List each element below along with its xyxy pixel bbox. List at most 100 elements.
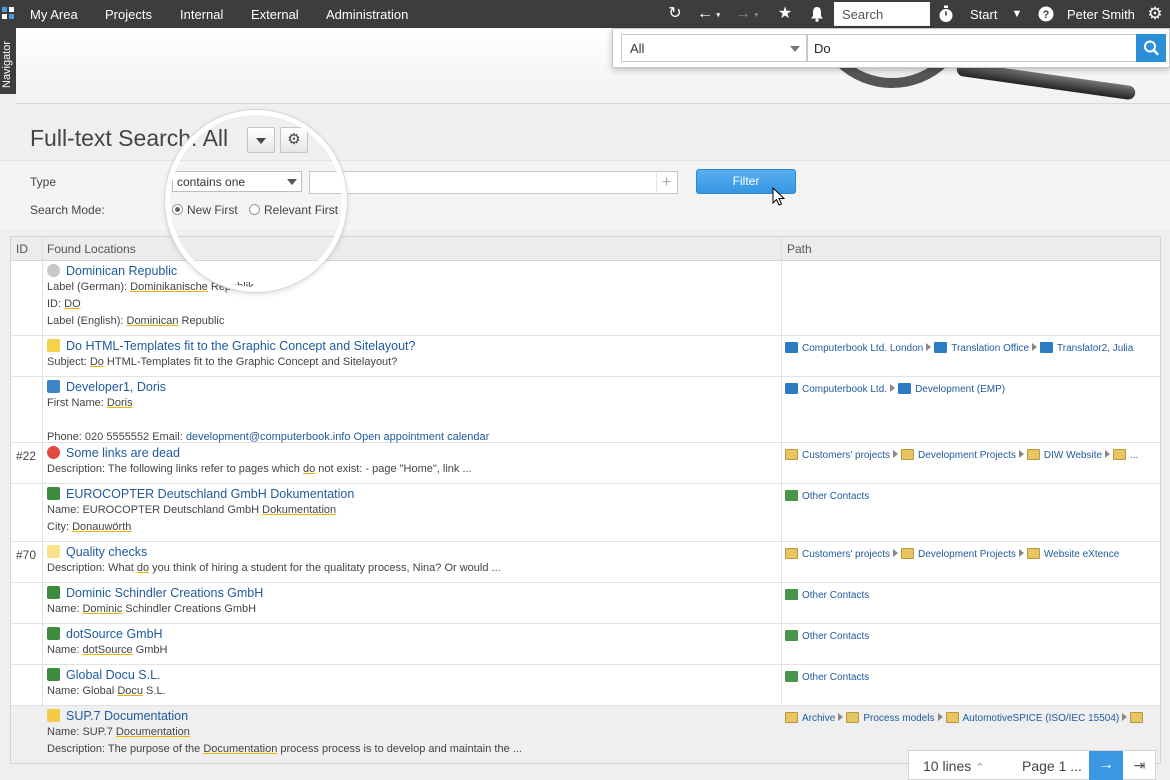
path-separator-icon [1032,343,1038,351]
nav-my-area[interactable]: My Area [30,7,78,22]
path-segment-link[interactable]: DIW Website [1044,450,1102,461]
last-page-icon[interactable]: ⇥ [1123,751,1156,780]
path-segment-link[interactable]: Computerbook Ltd. London [802,343,923,354]
detail-text: Name: [47,603,83,615]
user-menu[interactable]: Peter Smith [1067,7,1135,22]
start-menu[interactable]: Start [970,7,997,22]
column-header-found-locations[interactable]: Found Locations [47,242,136,256]
result-title-link[interactable]: Dominic Schindler Creations GmbH [47,586,263,600]
page-title: Full-text Search: All [30,125,229,151]
radio-selected-icon [172,204,183,215]
folder-icon [785,712,798,723]
result-title-link[interactable]: Global Docu S.L. [47,668,161,682]
result-title: Quality checks [66,545,148,559]
refresh-icon[interactable]: ↻ [664,4,686,24]
column-header-id[interactable]: ID [16,242,28,256]
path-segment-link[interactable]: Development Projects [918,549,1016,560]
type-condition-select[interactable]: contains one [172,171,302,192]
search-type-dropdown-button[interactable] [247,127,275,153]
nav-internal[interactable]: Internal [180,7,223,22]
favorites-star-icon[interactable]: ★ [774,4,796,24]
path-segment-link[interactable]: Translation Office [951,343,1029,354]
result-title-link[interactable]: Do HTML-Templates fit to the Graphic Con… [47,339,415,353]
folder-icon [1026,548,1040,559]
forward-icon[interactable]: → ▾ [732,4,758,24]
result-path: Archive Process models AutomotiveSPICE (IS… [785,712,1147,724]
path-segment-link[interactable]: Development Projects [918,450,1016,461]
table-row[interactable]: dotSource GmbH Name: dotSource GmbH Other … [11,624,1160,665]
navigator-tab[interactable]: Navigator [0,28,16,94]
settings-gear-icon[interactable]: ⚙ [1144,4,1166,24]
table-row[interactable]: Do HTML-Templates fit to the Graphic Con… [11,336,1160,377]
result-detail: Name: Global Docu S.L. [47,685,166,697]
column-header-path[interactable]: Path [787,242,812,256]
quick-search-input[interactable]: Do [807,34,1147,62]
table-row[interactable]: Developer1, Doris First Name: Doris Phone:… [11,377,1160,443]
path-segment-link[interactable]: AutomotiveSPICE (ISO/IEC 15504) [963,713,1120,724]
start-dropdown-icon[interactable]: ▼ [1006,4,1028,24]
detail-link[interactable]: development@computerbook.info [186,431,351,443]
row-id: #22 [16,449,37,463]
result-title-link[interactable]: dotSource GmbH [47,627,163,641]
help-icon[interactable]: ? [1035,4,1057,24]
add-icon[interactable]: + [656,173,676,192]
page-indicator[interactable]: Page 1 ... [1022,758,1082,774]
app-logo-icon[interactable] [2,7,14,19]
result-title-link[interactable]: SUP.7 Documentation [47,709,188,723]
path-segment-link[interactable]: ... [1130,450,1138,461]
result-title-link[interactable]: Developer1, Doris [47,380,166,394]
path-segment-link[interactable]: Process models [863,713,934,724]
result-title-link[interactable]: EUROCOPTER Deutschland GmbH Dokumentatio… [47,487,354,501]
result-title-link[interactable]: Quality checks [47,545,147,559]
path-separator-icon [1018,549,1024,557]
search-settings-button[interactable]: ⚙ [280,127,308,153]
result-title: Global Docu S.L. [66,668,161,682]
path-segment-link[interactable]: Computerbook Ltd. [802,384,887,395]
path-segment-link[interactable]: Other Contacts [802,491,869,502]
detail-text: you think of hiring a student for the qu… [149,562,501,574]
table-row[interactable]: #22 Some links are dead Description: The f… [11,443,1160,484]
result-title: Dominic Schindler Creations GmbH [66,586,264,600]
path-segment-link[interactable]: Customers' projects [802,549,890,560]
lines-per-page-select[interactable]: 10 lines ⌃ [923,758,984,774]
type-filter-input[interactable]: + [309,171,678,194]
result-title: EUROCOPTER Deutschland GmbH Dokumentatio… [66,487,355,501]
building-icon [47,586,60,599]
organization-icon [785,383,798,394]
stopwatch-icon[interactable] [935,4,957,24]
folder-icon [945,712,959,723]
path-segment-link[interactable]: Customers' projects [802,450,890,461]
table-row[interactable]: #70 Quality checks Description: What do yo… [11,542,1160,583]
path-segment-link[interactable]: Other Contacts [802,631,869,642]
path-segment-link[interactable]: Website eXtence [1044,549,1119,560]
table-row[interactable]: Global Docu S.L. Name: Global Docu S.L. Ot… [11,665,1160,706]
next-page-arrow-icon[interactable]: → [1089,751,1123,780]
result-title-link[interactable]: Some links are dead [47,446,180,460]
table-row[interactable]: Dominic Schindler Creations GmbH Name: Do… [11,583,1160,624]
global-search-input[interactable]: Search [834,2,930,26]
path-segment-link[interactable]: Other Contacts [802,590,869,601]
notifications-bell-icon[interactable] [806,4,828,24]
result-title: Developer1, Doris [66,380,167,394]
path-segment-link[interactable]: Development (EMP) [915,384,1005,395]
detail-text: City: [47,521,73,533]
back-icon[interactable]: ← ▾ [694,4,720,24]
organization-icon [785,342,798,353]
radio-new-first[interactable]: New First [172,203,238,217]
search-mode-label: Search Mode: [30,203,105,217]
result-title-link[interactable]: Dominican Republic [47,264,177,278]
nav-external[interactable]: External [251,7,299,22]
nav-administration[interactable]: Administration [326,7,408,22]
path-segment-link[interactable]: Other Contacts [802,672,869,683]
radio-relevant-first[interactable]: Relevant First [249,203,338,217]
path-segment-link[interactable]: Archive [802,713,835,724]
detail-link[interactable]: Open appointment calendar [354,431,490,443]
detail-text: HTML-Templates fit to the Graphic Concep… [103,356,398,368]
quick-search-button[interactable] [1136,34,1166,62]
search-scope-select[interactable]: All [621,34,807,62]
table-row[interactable]: EUROCOPTER Deutschland GmbH Dokumentatio… [11,484,1160,542]
table-row[interactable]: Dominican Republic Label (German): Domini… [11,261,1160,336]
mouse-cursor-icon [772,187,786,206]
path-segment-link[interactable]: Translator2, Julia [1057,343,1133,354]
nav-projects[interactable]: Projects [105,7,152,22]
